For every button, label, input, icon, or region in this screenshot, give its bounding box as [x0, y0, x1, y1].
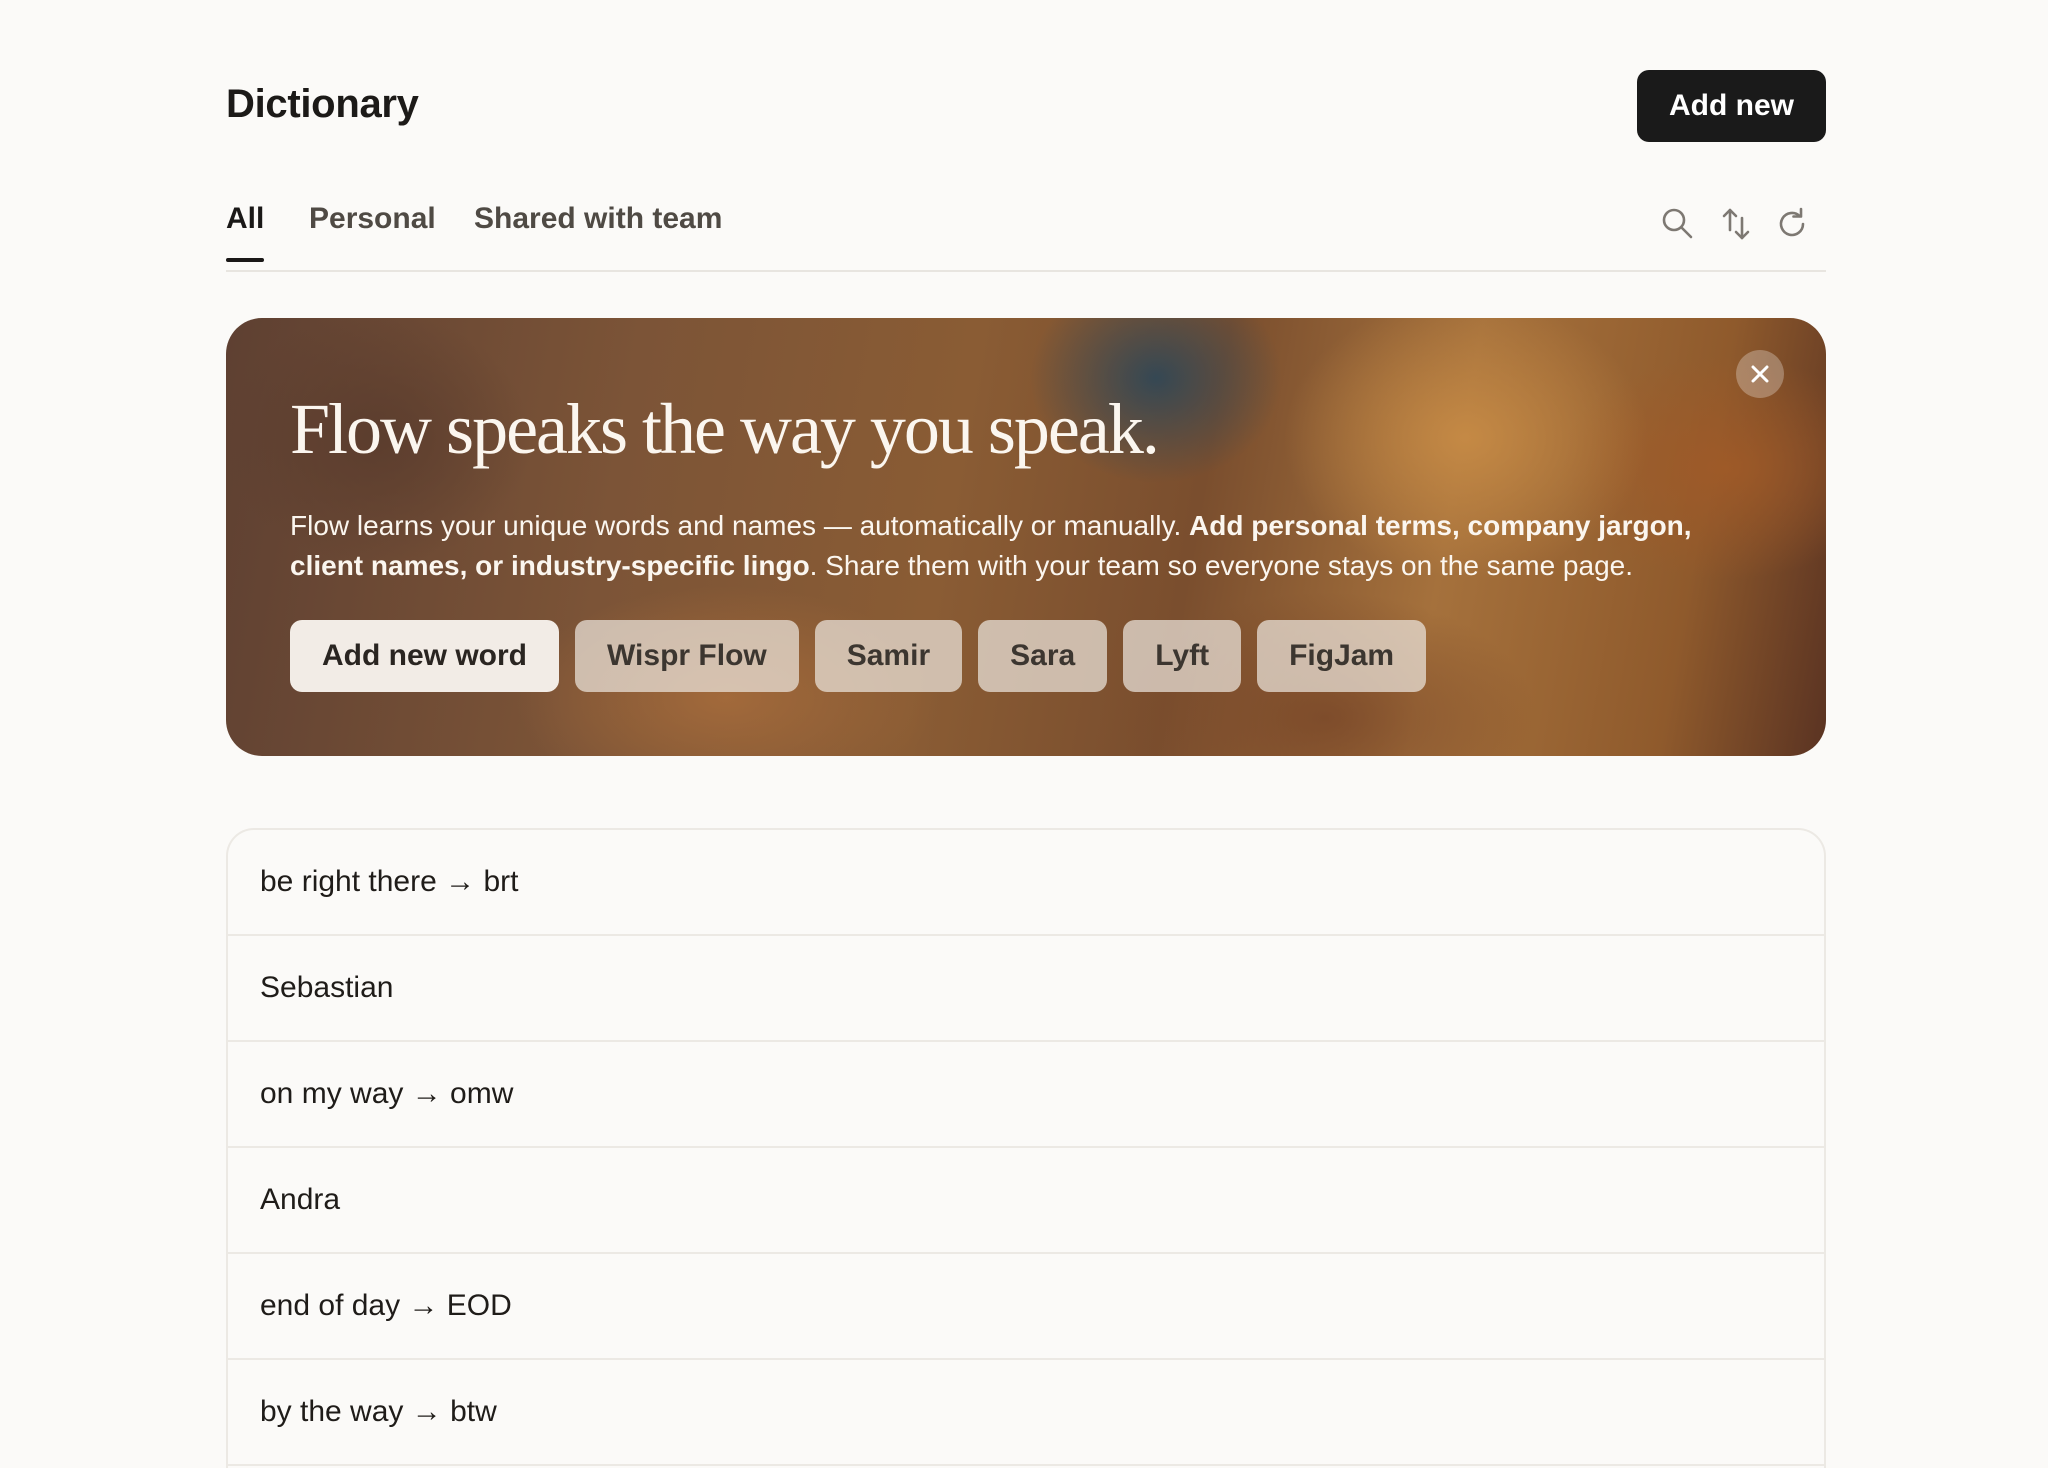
add-new-word-button[interactable]: Add new word — [290, 620, 559, 692]
list-item[interactable]: end of day → EOD — [228, 1254, 1824, 1360]
banner-text-intro: Flow learns your unique words and names … — [290, 510, 1190, 541]
chip-wispr-flow[interactable]: Wispr Flow — [575, 620, 799, 692]
chip-figjam[interactable]: FigJam — [1257, 620, 1427, 692]
list-item[interactable]: be right there → brt — [228, 830, 1824, 936]
list-item[interactable]: by the way → btw — [228, 1360, 1824, 1466]
add-new-button[interactable]: Add new — [1637, 70, 1826, 142]
banner-headline: Flow speaks the way you speak. — [290, 389, 1160, 469]
tab-shared-with-team[interactable]: Shared with team — [474, 202, 722, 260]
dictionary-list: be right there → brt Sebastian on my way… — [226, 828, 1826, 1468]
banner-text-outro: . Share them with your team so everyone … — [809, 550, 1633, 581]
page-header: Dictionary Add new — [226, 70, 1826, 142]
tabs-bar: All Personal Shared with team — [226, 190, 1826, 272]
banner-description: Flow learns your unique words and names … — [290, 506, 1770, 586]
suggestion-chips: Add new word Wispr Flow Samir Sara Lyft … — [290, 620, 1427, 692]
tab-personal[interactable]: Personal — [309, 202, 436, 260]
chip-sara[interactable]: Sara — [978, 620, 1108, 692]
onboarding-banner: Flow speaks the way you speak. Flow lear… — [226, 318, 1826, 756]
page-title: Dictionary — [226, 82, 419, 126]
list-item[interactable]: on my way → omw — [228, 1042, 1824, 1148]
sort-icon[interactable] — [1716, 204, 1756, 244]
tab-all[interactable]: All — [226, 202, 265, 262]
dictionary-page: Dictionary Add new All Personal Shared w… — [0, 0, 2048, 1468]
search-icon[interactable] — [1658, 204, 1698, 244]
list-item[interactable]: Sebastian — [228, 936, 1824, 1042]
close-icon[interactable] — [1736, 350, 1784, 398]
list-item[interactable]: Andra — [228, 1148, 1824, 1254]
chip-lyft[interactable]: Lyft — [1123, 620, 1242, 692]
refresh-icon[interactable] — [1772, 204, 1812, 244]
chip-samir[interactable]: Samir — [814, 620, 963, 692]
